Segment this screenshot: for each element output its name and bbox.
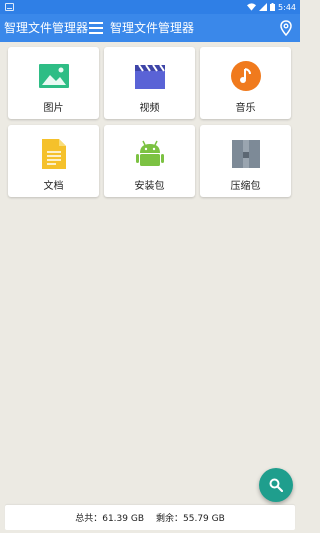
app-title: 智理文件管理器	[110, 21, 195, 35]
category-tile-videos[interactable]: 视频	[104, 47, 195, 119]
category-tile-images[interactable]: 图片	[8, 47, 99, 119]
status-bar: 5:44	[0, 0, 300, 14]
notification-icon	[5, 3, 14, 11]
status-icons: 5:44	[247, 3, 296, 12]
storage-free-value: 55.79 GB	[183, 514, 225, 524]
category-label: 图片	[43, 103, 64, 114]
status-time: 5:44	[278, 2, 296, 12]
music-note-icon	[230, 61, 261, 91]
category-label: 安装包	[134, 181, 165, 192]
storage-total: 总共：61.39 GB	[75, 511, 144, 524]
category-tile-archives[interactable]: 压缩包	[200, 125, 291, 197]
storage-total-value: 61.39 GB	[102, 514, 144, 524]
wifi-icon	[247, 3, 257, 11]
storage-info: 总共：61.39 GB 剩余：55.79 GB	[5, 505, 295, 530]
category-label: 音乐	[235, 103, 256, 114]
video-clapper-icon	[134, 61, 165, 91]
archive-icon	[231, 139, 261, 169]
battery-icon	[270, 3, 276, 11]
location-pin-icon[interactable]	[280, 20, 292, 36]
android-icon	[135, 139, 165, 169]
storage-free-label: 剩余：	[156, 514, 184, 524]
app-bar: 智理文件管理器 智理文件管理器	[0, 14, 300, 42]
signal-icon	[259, 3, 268, 11]
category-label: 文档	[43, 181, 64, 192]
category-label: 视频	[139, 103, 160, 114]
storage-total-label: 总共：	[75, 514, 103, 524]
category-tile-documents[interactable]: 文档	[8, 125, 99, 197]
app-title-left: 智理文件管理器	[4, 21, 89, 35]
category-label: 压缩包	[230, 181, 261, 192]
storage-free: 剩余：55.79 GB	[156, 511, 225, 524]
menu-icon[interactable]	[89, 22, 103, 34]
category-tile-music[interactable]: 音乐	[200, 47, 291, 119]
document-icon	[39, 139, 69, 169]
category-grid: 图片 视频 音乐 文档 安装包 压缩包	[8, 47, 294, 197]
image-icon	[38, 61, 69, 91]
category-tile-apks[interactable]: 安装包	[104, 125, 195, 197]
search-icon	[269, 478, 283, 492]
search-button[interactable]	[259, 468, 293, 502]
